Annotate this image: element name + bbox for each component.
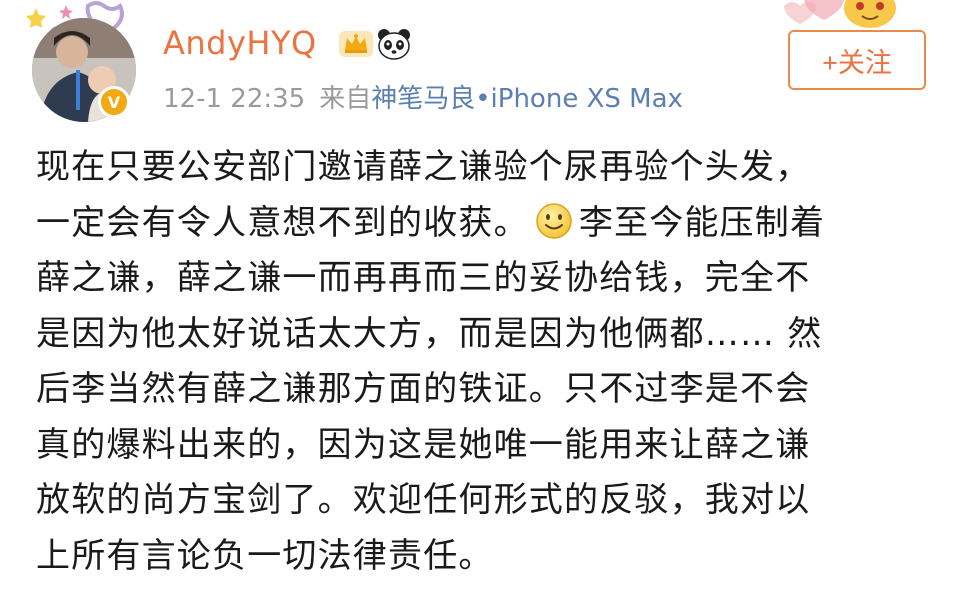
post-text: 一定会有令人意想不到的收获。 <box>36 202 529 243</box>
post-text: 现在只要公安部门邀请薛之谦验个尿再验个头发， <box>36 147 811 187</box>
post-text: 李至今能压制着 <box>578 202 826 243</box>
post-meta: 12-1 22:35 来自神笔马良•iPhone XS Max <box>163 78 683 115</box>
post-timestamp: 12-1 22:35 <box>163 84 306 114</box>
post-line: 现在只要公安部门邀请薛之谦验个尿再验个头发， <box>36 140 931 196</box>
post-line: 放软的尚方宝剑了。欢迎任何形式的反驳，我对以 <box>36 473 931 529</box>
post-line: 后李当然有薛之谦那方面的铁证。只不过李是不会 <box>36 362 931 418</box>
verified-badge-icon: V <box>98 86 130 118</box>
post-line: 一定会有令人意想不到的收获。 李至今能压制着 <box>36 196 931 252</box>
source-device-link[interactable]: 神笔马良•iPhone XS Max <box>371 84 683 114</box>
post-text: 放软的尚方宝剑了。欢迎任何形式的反驳，我对以 <box>36 480 811 520</box>
post-text: 真的爆料出来的，因为这是她唯一能用来让薛之谦 <box>36 424 811 465</box>
author-name[interactable]: AndyHYQ <box>163 24 317 62</box>
post-line: 真的爆料出来的，因为这是她唯一能用来让薛之谦 <box>36 418 931 474</box>
crown-icon <box>339 31 373 57</box>
panda-icon <box>378 29 410 60</box>
post-line: 是因为他太好说话太大方，而是因为他俩都…… 然 <box>36 307 931 363</box>
post-body: 现在只要公安部门邀请薛之谦验个尿再验个头发， 一定会有令人意想不到的收获。 李至… <box>36 140 931 584</box>
source-prefix: 来自 <box>319 84 372 114</box>
follow-button[interactable]: +关注 <box>788 30 926 90</box>
post-text: 后李当然有薛之谦那方面的铁证。只不过李是不会 <box>36 369 811 409</box>
smile-icon <box>536 202 572 239</box>
post-text: 上所有言论负一切法律责任。 <box>36 535 494 576</box>
post-line: 上所有言论负一切法律责任。 <box>36 529 931 585</box>
post-text: 薛之谦，薛之谦一而再再而三的妥协给钱，完全不 <box>36 258 811 298</box>
post-line: 薛之谦，薛之谦一而再再而三的妥协给钱，完全不 <box>36 251 931 307</box>
post-text: 是因为他太好说话太大方，而是因为他俩都…… 然 <box>36 313 823 354</box>
card-decoration-icon <box>784 0 896 28</box>
